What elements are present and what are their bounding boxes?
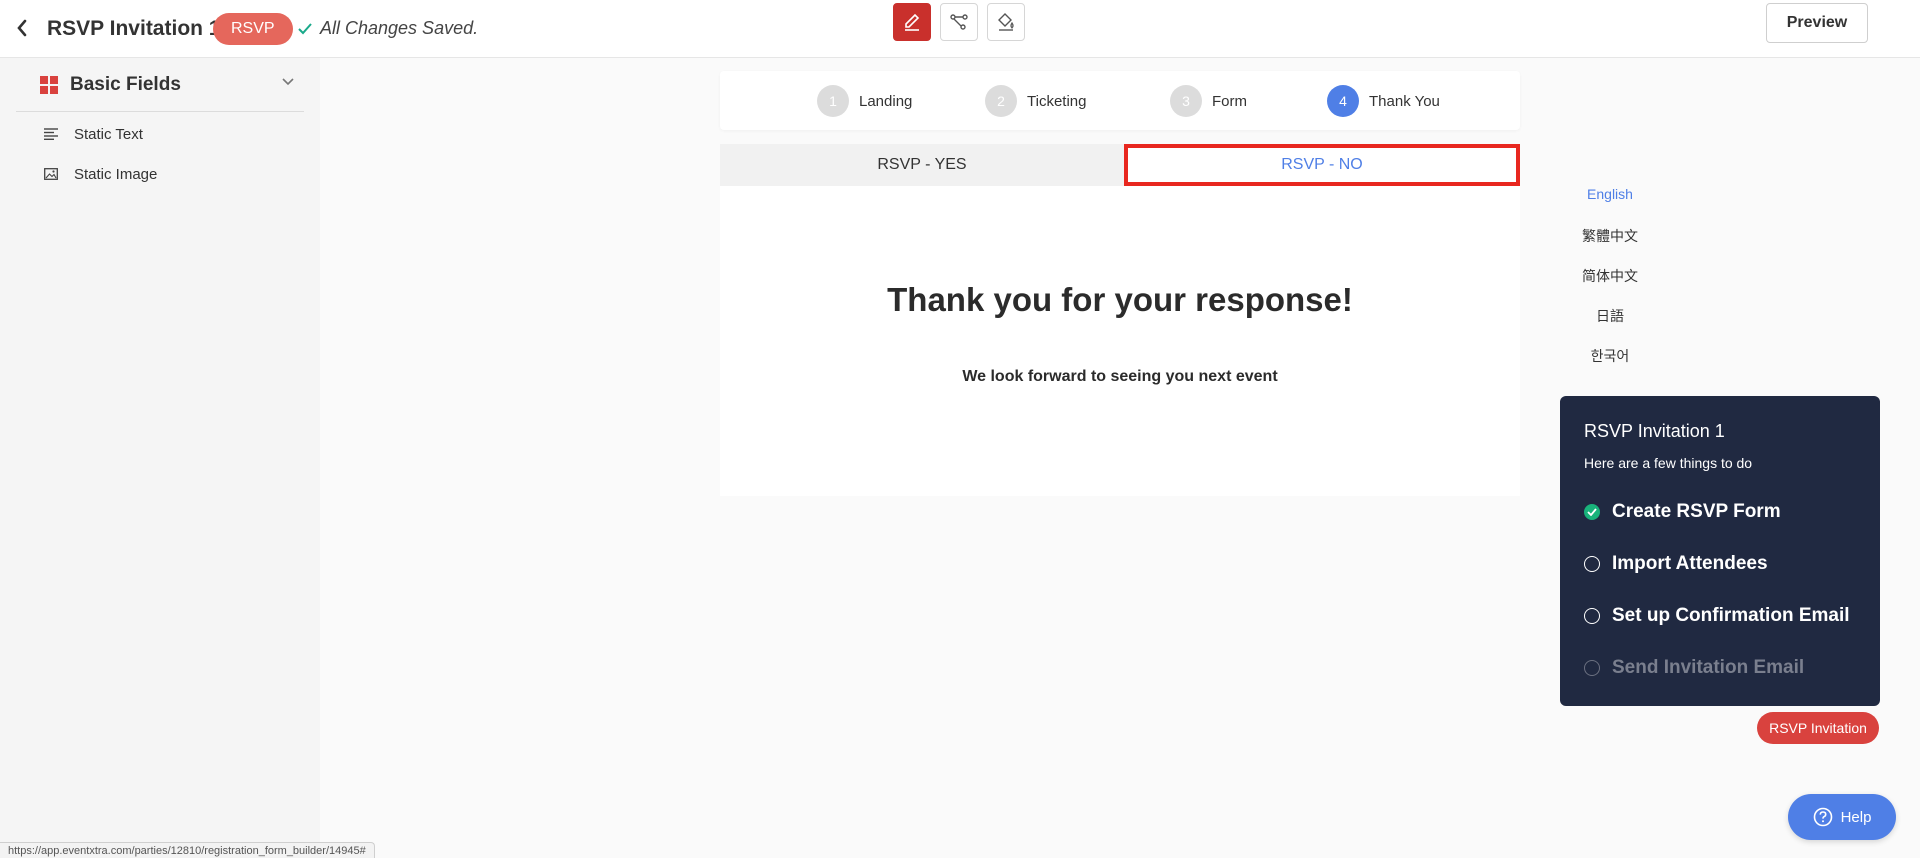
field-label: Static Text — [74, 125, 143, 143]
grid-icon — [40, 75, 58, 94]
checklist-item-label: Send Invitation Email — [1612, 657, 1805, 678]
rsvp-invitation-button[interactable]: RSVP Invitation — [1757, 712, 1879, 744]
language-japanese[interactable]: 日語 — [1560, 306, 1660, 326]
flow-icon — [950, 14, 968, 30]
fields-sidebar: Basic Fields Static Text Static Image — [0, 58, 320, 858]
help-label: Help — [1840, 808, 1872, 826]
basic-fields-section-header[interactable]: Basic Fields — [16, 58, 304, 112]
step-thank-you[interactable]: 4 Thank You — [1327, 85, 1440, 117]
top-bar: RSVP Invitation 1 RSVP All Changes Saved… — [0, 0, 1920, 58]
image-icon — [40, 163, 62, 185]
tab-rsvp-yes[interactable]: RSVP - YES — [720, 144, 1124, 186]
checklist-subtitle: Here are a few things to do — [1584, 455, 1753, 471]
checklist-item-send-invitation: Send Invitation Email — [1584, 656, 1804, 680]
step-landing[interactable]: 1 Landing — [817, 85, 912, 117]
pencil-icon — [905, 13, 920, 31]
checkmark-icon — [298, 22, 312, 34]
empty-circle-icon — [1584, 556, 1600, 572]
question-circle-icon — [1813, 807, 1832, 827]
rsvp-badge: RSVP — [213, 13, 293, 45]
empty-circle-icon — [1584, 660, 1600, 676]
page-title: RSVP Invitation 1 — [47, 17, 221, 40]
help-button[interactable]: Help — [1788, 794, 1896, 840]
save-status: All Changes Saved. — [298, 18, 478, 39]
step-number: 1 — [817, 85, 849, 117]
step-ticketing[interactable]: 2 Ticketing — [985, 85, 1086, 117]
step-label: Landing — [859, 92, 913, 110]
language-traditional-chinese[interactable]: 繁體中文 — [1560, 226, 1660, 246]
language-english[interactable]: English — [1560, 186, 1660, 202]
paint-bucket-icon — [998, 13, 1014, 31]
response-tabs: RSVP - YES RSVP - NO — [720, 144, 1520, 186]
step-number: 2 — [985, 85, 1017, 117]
flow-mode-button[interactable] — [940, 3, 978, 41]
chevron-down-icon — [282, 78, 294, 86]
checklist-item-confirmation-email[interactable]: Set up Confirmation Email — [1584, 604, 1850, 628]
step-label: Ticketing — [1027, 92, 1087, 110]
theme-button[interactable] — [987, 3, 1025, 41]
checklist-item-label: Create RSVP Form — [1612, 501, 1781, 522]
step-form[interactable]: 3 Form — [1170, 85, 1247, 117]
onboarding-checklist: RSVP Invitation 1 Here are a few things … — [1560, 396, 1880, 706]
checklist-title: RSVP Invitation 1 — [1584, 421, 1725, 441]
text-lines-icon — [40, 123, 62, 145]
checklist-item-import-attendees[interactable]: Import Attendees — [1584, 552, 1768, 576]
tab-rsvp-no[interactable]: RSVP - NO — [1124, 144, 1520, 186]
language-simplified-chinese[interactable]: 简体中文 — [1560, 266, 1660, 286]
save-status-text: All Changes Saved. — [320, 18, 479, 38]
link-status-bar: https://app.eventxtra.com/parties/12810/… — [0, 842, 375, 858]
language-korean[interactable]: 한국어 — [1560, 346, 1660, 366]
checklist-item-label: Set up Confirmation Email — [1612, 605, 1850, 626]
thank-you-message[interactable]: We look forward to seeing you next event — [720, 368, 1520, 386]
chevron-left-icon — [17, 19, 27, 37]
check-circle-icon — [1584, 504, 1600, 520]
checklist-item-create-form[interactable]: Create RSVP Form — [1584, 500, 1781, 524]
checklist-item-label: Import Attendees — [1612, 553, 1768, 574]
step-label: Form — [1212, 92, 1247, 110]
field-label: Static Image — [74, 165, 158, 183]
field-static-image[interactable]: Static Image — [40, 160, 157, 188]
step-label: Thank You — [1369, 92, 1440, 110]
preview-button[interactable]: Preview — [1766, 3, 1868, 43]
empty-circle-icon — [1584, 608, 1600, 624]
step-number: 3 — [1170, 85, 1202, 117]
back-button[interactable] — [12, 16, 32, 40]
thank-you-heading[interactable]: Thank you for your response! — [720, 281, 1520, 319]
field-static-text[interactable]: Static Text — [40, 120, 143, 148]
section-label: Basic Fields — [70, 73, 181, 95]
wizard-steps: 1 Landing 2 Ticketing 3 Form 4 Thank You — [720, 71, 1520, 130]
thank-you-card: Thank you for your response! We look for… — [720, 186, 1520, 496]
edit-mode-button[interactable] — [893, 3, 931, 41]
step-number: 4 — [1327, 85, 1359, 117]
